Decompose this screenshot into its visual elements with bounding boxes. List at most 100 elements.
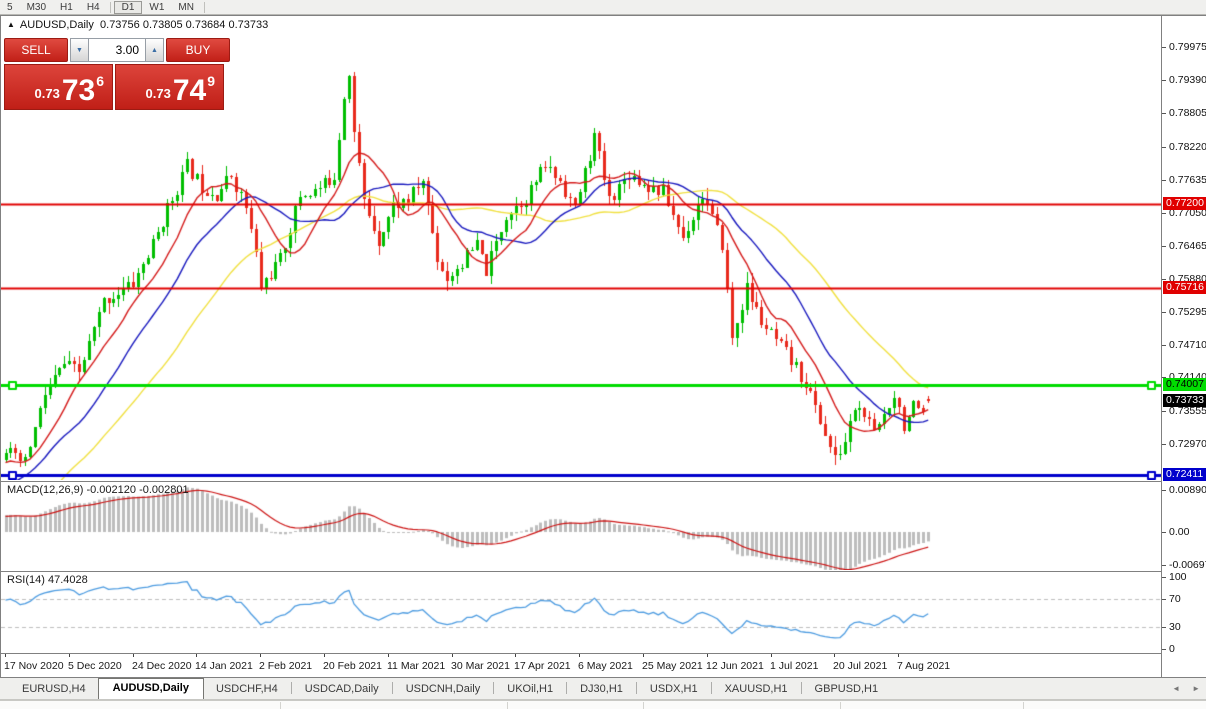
sell-button[interactable]: SELL [4,38,68,62]
chart-title: ▲ AUDUSD,Daily 0.73756 0.73805 0.73684 0.… [7,19,268,31]
buy-price-prefix: 0.73 [145,86,171,101]
price-axis-label: 0.79390 [1169,74,1206,86]
bottom-strip-divider [840,702,841,709]
macd-axis-label: 0.008903 [1169,484,1206,496]
chart-ohlc-values: 0.73756 0.73805 0.73684 0.73733 [100,19,269,31]
macd-label: MACD(12,26,9) -0.002120 -0.002801 [7,484,189,496]
date-axis-tick [834,654,835,657]
date-axis-tick [388,654,389,657]
timeframe-button-m30[interactable]: M30 [20,1,53,14]
price-axis-tick [1162,147,1166,148]
price-axis-tick [1162,47,1166,48]
one-click-trading-panel: SELL ▼ ▲ BUY 0.73 73 6 0.73 74 [4,38,230,112]
price-level-badge: 0.74007 [1163,378,1206,391]
rsi-axis-label: 30 [1169,621,1181,633]
rsi-label: RSI(14) 47.4028 [7,574,88,586]
macd-axis-tick [1162,490,1166,491]
price-axis-tick [1162,213,1166,214]
date-axis-label: 25 May 2021 [642,660,703,672]
date-axis-label: 12 Jun 2021 [706,660,764,672]
timeframe-button-d1[interactable]: D1 [113,0,143,14]
timeframe-toolbar: 5 M30 H1 H4 D1 W1 MN [0,0,1206,15]
tab-divider [290,682,292,694]
date-axis-tick [452,654,453,657]
price-axis-tick [1162,312,1166,313]
price-axis-label: 0.76465 [1169,240,1206,252]
buy-button[interactable]: BUY [166,38,230,62]
rsi-canvas[interactable] [1,572,1161,653]
tab-scroll-left-button[interactable]: ◄ [1172,684,1180,693]
rsi-axis-tick [1162,577,1166,578]
date-axis-tick [69,654,70,657]
sell-price-display[interactable]: 0.73 73 6 [4,64,113,110]
date-axis-tick [324,654,325,657]
price-axis-tick [1162,180,1166,181]
price-axis-tick [1162,444,1166,445]
current-price-badge: 0.73733 [1163,394,1206,407]
timeframe-button-mn[interactable]: MN [171,1,201,14]
timeframe-button-5[interactable]: 5 [0,1,20,14]
price-axis-tick [1162,246,1166,247]
bottom-strip [0,700,1206,709]
chevron-down-icon: ▼ [76,46,83,54]
rsi-axis-label: 0 [1169,643,1175,655]
buy-price-display[interactable]: 0.73 74 9 [115,64,224,110]
chart-tab-audusd[interactable]: AUDUSD,Daily [97,678,204,699]
date-axis-label: 17 Nov 2020 [4,660,64,672]
chart-symbol-label: AUDUSD,Daily [19,19,94,31]
date-axis-tick [5,654,6,657]
date-axis-label: 17 Apr 2021 [514,660,571,672]
date-axis-label: 30 Mar 2021 [451,660,510,672]
date-axis-label: 2 Feb 2021 [259,660,313,672]
timeframe-button-h1[interactable]: H1 [53,1,80,14]
price-axis-label: 0.78220 [1169,141,1206,153]
price-axis-tick [1162,80,1166,81]
timeframe-button-w1[interactable]: W1 [142,1,171,14]
rsi-axis-tick [1162,649,1166,650]
price-axis-tick [1162,411,1166,412]
rsi-axis-label: 100 [1169,571,1187,583]
lot-decrease-button[interactable]: ▼ [70,38,89,62]
buy-price-pip-digit: 9 [207,73,215,89]
date-axis-label: 14 Jan 2021 [195,660,253,672]
date-axis-tick [196,654,197,657]
timeframe-button-h4[interactable]: H4 [80,1,107,14]
date-axis-label: 20 Feb 2021 [323,660,382,672]
toolbar-divider [109,1,111,13]
date-axis-label: 6 May 2021 [578,660,633,672]
bottom-strip-divider [280,702,281,709]
chart-tab-usdchf[interactable]: USDCHF,H4 [204,680,290,699]
price-axis[interactable]: 0.79975 0.79390 0.78805 0.78220 0.77635 0.770… [1161,16,1206,677]
chart-window: ▲ AUDUSD,Daily 0.73756 0.73805 0.73684 0.… [0,15,1206,678]
sell-price-prefix: 0.73 [34,86,60,101]
price-axis-tick [1162,345,1166,346]
one-click-collapse-icon[interactable]: ▲ [7,20,15,29]
chart-tab-dj30[interactable]: DJ30,H1 [568,680,635,699]
price-axis-label: 0.79975 [1169,41,1206,53]
date-axis-tick [133,654,134,657]
chart-tab-bar: EURUSD,H4 AUDUSD,Daily USDCHF,H4 USDCAD,Dai… [0,678,1206,700]
chart-tab-usdcad[interactable]: USDCAD,Daily [293,680,391,699]
chart-tab-gbpusd[interactable]: GBPUSD,H1 [803,680,891,699]
chart-tab-usdx[interactable]: USDX,H1 [638,680,710,699]
price-axis-tick [1162,113,1166,114]
date-axis-label: 7 Aug 2021 [897,660,951,672]
date-axis-label: 24 Dec 2020 [132,660,192,672]
price-level-badge: 0.77200 [1163,197,1206,210]
date-axis[interactable]: 17 Nov 2020 5 Dec 2020 24 Dec 2020 14 Jan 2… [1,654,1161,677]
bottom-strip-divider [643,702,644,709]
chart-tab-ukoil[interactable]: UKOil,H1 [495,680,565,699]
price-level-badge: 0.75716 [1163,281,1206,294]
chart-tab-eurusd[interactable]: EURUSD,H4 [10,680,98,699]
chart-tab-usdcnh[interactable]: USDCNH,Daily [394,680,493,699]
date-axis-tick [260,654,261,657]
date-axis-tick [707,654,708,657]
macd-axis-label: -0.00697 [1169,559,1206,571]
rsi-axis-tick [1162,599,1166,600]
lot-increase-button[interactable]: ▲ [145,38,164,62]
chart-tab-xauusd[interactable]: XAUUSD,H1 [713,680,800,699]
price-axis-label: 0.74710 [1169,339,1206,351]
lot-size-input[interactable] [89,38,145,62]
tab-scroll-right-button[interactable]: ► [1192,684,1200,693]
macd-axis-tick [1162,565,1166,566]
